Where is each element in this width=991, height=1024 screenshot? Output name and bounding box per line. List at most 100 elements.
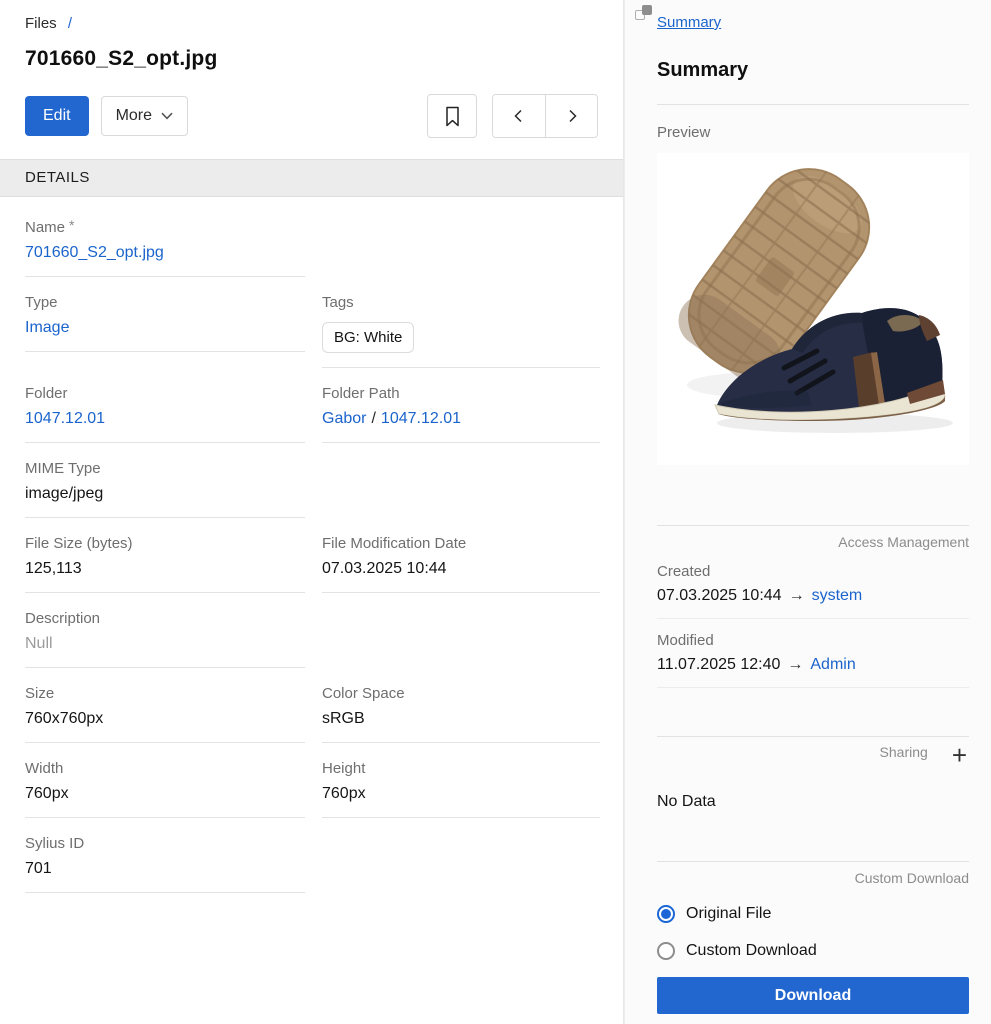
field-width-value: 760px (25, 785, 305, 803)
field-folder-path: Folder Path Gabor / 1047.12.01 (322, 385, 600, 443)
field-type: Type Image (25, 294, 305, 352)
field-tags: Tags BG: White (322, 294, 600, 368)
prev-next-group (492, 94, 598, 138)
toolbar: Edit More (25, 94, 598, 138)
sharing-empty-text: No Data (657, 793, 969, 811)
tag-chip: BG: White (322, 322, 414, 353)
field-description-label: Description (25, 610, 305, 627)
chevron-right-icon (564, 108, 580, 124)
field-height-label: Height (322, 760, 600, 777)
divider (657, 104, 969, 105)
field-size: Size 760x760px (25, 685, 305, 743)
details-fields: Name* 701660_S2_opt.jpg Type Image Tags … (0, 197, 623, 910)
field-description-value: Null (25, 635, 305, 653)
sharing-header: Sharing + (657, 741, 969, 763)
field-mime-type-label: MIME Type (25, 460, 305, 477)
radio-row-custom-download[interactable]: Custom Download (657, 942, 969, 960)
field-name-value-link[interactable]: 701660_S2_opt.jpg (25, 244, 164, 261)
divider (657, 618, 969, 619)
field-folder: Folder 1047.12.01 (25, 385, 305, 443)
field-file-modification-date-value: 07.03.2025 10:44 (322, 560, 600, 578)
field-type-label: Type (25, 294, 305, 311)
field-color-space-value: sRGB (322, 710, 600, 728)
folder-path-root-link[interactable]: Gabor (322, 410, 366, 427)
sharing-section-label: Sharing (880, 744, 928, 760)
asset-detail-page: Files / 701660_S2_opt.jpg Edit More (0, 0, 991, 1024)
divider (657, 687, 969, 688)
arrow-right-icon: → (787, 656, 803, 673)
field-folder-label: Folder (25, 385, 305, 402)
summary-sidebar: Summary Summary Preview (624, 0, 991, 1024)
field-mime-type: MIME Type image/jpeg (25, 460, 305, 518)
previous-asset-button[interactable] (493, 95, 545, 137)
radio-custom-download-label: Custom Download (686, 942, 817, 960)
panel-toggle-icon[interactable] (635, 5, 652, 20)
field-name-label: Name* (25, 219, 305, 236)
asset-header: Files / 701660_S2_opt.jpg Edit More (0, 0, 623, 138)
preview-image (657, 153, 969, 465)
modified-user-link[interactable]: Admin (810, 656, 855, 673)
chevron-down-icon (161, 112, 173, 120)
field-folder-value-link[interactable]: 1047.12.01 (25, 410, 105, 427)
required-asterisk: * (69, 217, 74, 233)
custom-download-section-label: Custom Download (657, 870, 969, 886)
field-width-label: Width (25, 760, 305, 777)
field-sylius-id-value: 701 (25, 860, 305, 878)
field-width: Width 760px (25, 760, 305, 818)
radio-row-original-file[interactable]: Original File (657, 905, 969, 923)
radio-original-file-label: Original File (686, 905, 771, 923)
field-folder-path-label: Folder Path (322, 385, 600, 402)
more-button[interactable]: More (101, 96, 188, 136)
bookmark-button[interactable] (427, 94, 477, 138)
page-title: 701660_S2_opt.jpg (25, 47, 598, 71)
field-sylius-id-label: Sylius ID (25, 835, 305, 852)
preview-label: Preview (657, 124, 969, 141)
download-button[interactable]: Download (657, 977, 969, 1014)
field-type-value-link[interactable]: Image (25, 319, 69, 336)
toolbar-right (427, 94, 598, 138)
divider (657, 525, 969, 526)
breadcrumb-files-link[interactable]: Files (25, 15, 57, 32)
more-button-label: More (116, 107, 152, 125)
field-size-value: 760x760px (25, 710, 305, 728)
created-label: Created (657, 563, 969, 580)
divider (657, 736, 969, 737)
preview-container (657, 153, 969, 465)
breadcrumb-separator: / (68, 15, 72, 32)
created-value: 07.03.2025 10:44→system (657, 587, 969, 605)
created-user-link[interactable]: system (812, 587, 863, 604)
add-share-icon[interactable]: + (950, 744, 969, 766)
breadcrumb: Files / (25, 15, 598, 32)
radio-original-file[interactable] (657, 905, 675, 923)
field-tags-label: Tags (322, 294, 600, 311)
field-size-label: Size (25, 685, 305, 702)
edit-button[interactable]: Edit (25, 96, 89, 136)
tab-summary[interactable]: Summary (657, 14, 721, 31)
radio-custom-download[interactable] (657, 942, 675, 960)
modified-value: 11.07.2025 12:40→Admin (657, 656, 969, 674)
divider (657, 861, 969, 862)
field-height-value: 760px (322, 785, 600, 803)
field-file-modification-date: File Modification Date 07.03.2025 10:44 (322, 535, 600, 593)
folder-path-leaf-link[interactable]: 1047.12.01 (381, 410, 461, 427)
field-file-size: File Size (bytes) 125,113 (25, 535, 305, 593)
field-description: Description Null (25, 610, 305, 668)
field-mime-type-value: image/jpeg (25, 485, 305, 503)
modified-label: Modified (657, 632, 969, 649)
next-asset-button[interactable] (545, 95, 597, 137)
chevron-left-icon (511, 108, 527, 124)
access-management-section-label: Access Management (657, 534, 969, 550)
field-file-modification-date-label: File Modification Date (322, 535, 600, 552)
field-height: Height 760px (322, 760, 600, 818)
field-file-size-value: 125,113 (25, 560, 305, 578)
main-panel: Files / 701660_S2_opt.jpg Edit More (0, 0, 624, 1024)
field-color-space-label: Color Space (322, 685, 600, 702)
bookmark-icon (444, 106, 461, 127)
details-section-header: DETAILS (0, 159, 623, 197)
field-sylius-id: Sylius ID 701 (25, 835, 305, 893)
field-file-size-label: File Size (bytes) (25, 535, 305, 552)
arrow-right-icon: → (789, 587, 805, 604)
field-color-space: Color Space sRGB (322, 685, 600, 743)
folder-path-separator: / (371, 410, 375, 427)
sidebar-heading: Summary (657, 59, 969, 82)
